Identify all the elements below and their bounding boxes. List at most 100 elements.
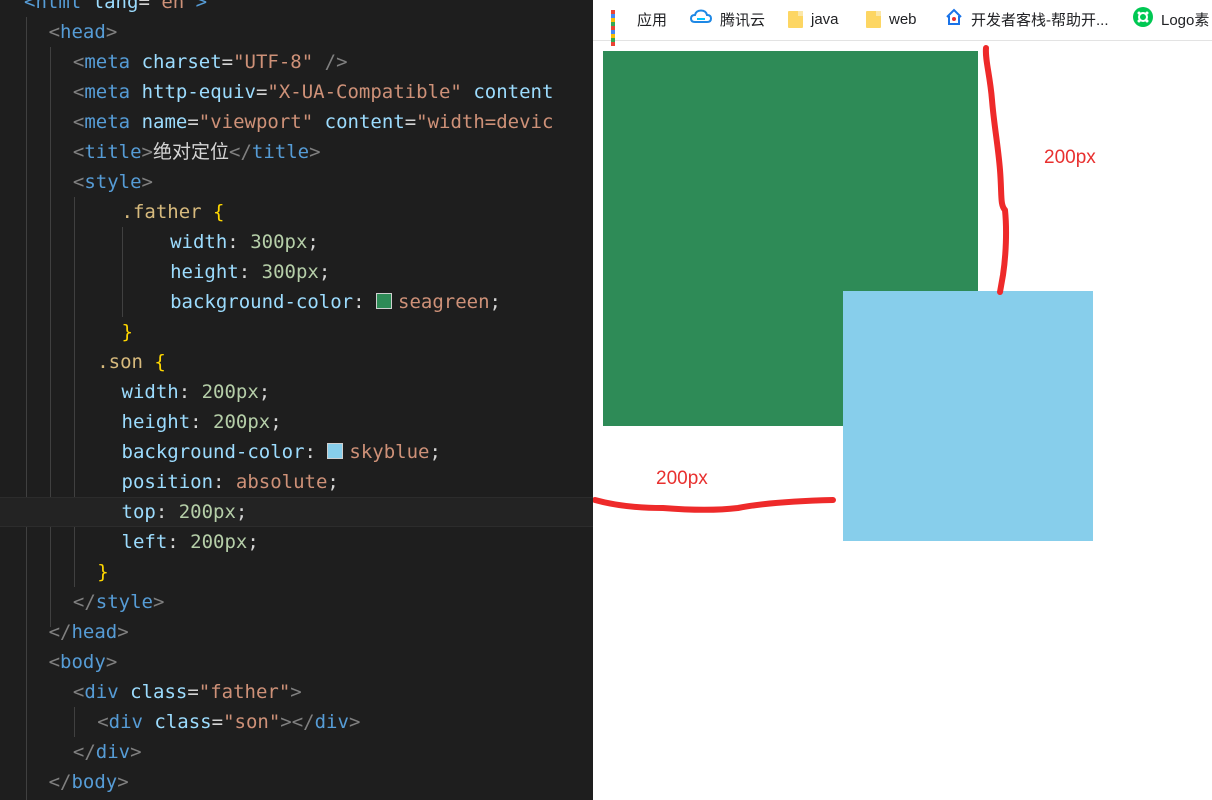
code-line[interactable]: width: 300px; — [0, 227, 593, 257]
code-token: body — [60, 651, 106, 673]
code-token: seagreen — [398, 291, 490, 313]
code-token: ; — [247, 531, 259, 553]
code-line[interactable]: <div class="son"></div> — [0, 707, 593, 737]
code-token: = — [404, 111, 417, 133]
code-token: ; — [258, 381, 271, 403]
code-token: "son" — [223, 711, 281, 733]
code-token: < — [24, 0, 36, 13]
code-line[interactable]: <style> — [0, 167, 593, 197]
code-token: = — [211, 711, 224, 733]
code-token: ; — [270, 411, 282, 433]
code-line[interactable]: <html lang="en"> — [0, 0, 593, 17]
code-token: html — [35, 0, 82, 13]
code-line[interactable]: .son { — [0, 347, 593, 377]
code-line[interactable]: background-color: seagreen; — [0, 287, 593, 317]
code-line[interactable]: width: 200px; — [0, 377, 593, 407]
code-token: 200px — [178, 501, 236, 523]
code-token: > — [309, 141, 321, 163]
code-line[interactable]: <meta http-equiv="X-UA-Compatible" conte… — [0, 77, 593, 107]
code-line[interactable]: </div> — [0, 737, 593, 767]
code-line[interactable]: height: 200px; — [0, 407, 593, 437]
code-token: content — [473, 81, 554, 103]
code-line[interactable]: position: absolute; — [0, 467, 593, 497]
code-line[interactable]: </head> — [0, 617, 593, 647]
code-line[interactable]: </body> — [0, 767, 593, 797]
code-token: width — [121, 381, 179, 403]
code-token: div — [314, 711, 349, 733]
code-token: : — [167, 531, 191, 553]
code-token: : — [304, 441, 328, 463]
vertical-distance-label: 200px — [1044, 147, 1096, 168]
code-editor[interactable]: <html lang="en"> <head> <meta charset="UTF… — [0, 0, 593, 800]
code-token: skyblue — [349, 441, 430, 463]
code-token: </ — [48, 771, 72, 793]
code-line[interactable]: <div class="father"> — [0, 677, 593, 707]
code-token: ></ — [280, 711, 315, 733]
code-token: = — [187, 111, 199, 133]
code-token: meta — [84, 51, 131, 73]
code-token: lang — [92, 0, 139, 13]
code-line[interactable]: left: 200px; — [0, 527, 593, 557]
code-token: </ — [72, 741, 96, 763]
code-token: > — [117, 621, 129, 643]
code-token: "father" — [198, 681, 291, 703]
code-token: height — [170, 261, 239, 283]
code-token: < — [97, 711, 109, 733]
code-token: > — [290, 681, 302, 703]
code-token: { — [213, 201, 225, 223]
code-token: div — [108, 711, 143, 733]
code-token: 300px — [261, 261, 319, 283]
code-token: < — [72, 51, 85, 73]
code-line[interactable]: } — [0, 317, 593, 347]
code-token: "en" — [149, 0, 196, 13]
code-token: > — [105, 21, 118, 43]
seagreen-color-swatch[interactable] — [376, 293, 393, 309]
code-token: content — [324, 111, 405, 133]
code-line[interactable]: } — [0, 557, 593, 587]
code-line[interactable]: height: 300px; — [0, 257, 593, 287]
code-token: http-equiv — [141, 81, 256, 103]
code-token: : — [178, 381, 202, 403]
code-token: : — [353, 291, 377, 313]
code-token: div — [95, 741, 131, 763]
code-token: } — [97, 561, 109, 583]
code-line[interactable]: <meta charset="UTF-8" /> — [0, 47, 593, 77]
horizontal-distance-label: 200px — [656, 468, 708, 489]
code-token: div — [84, 681, 119, 703]
skyblue-color-swatch[interactable] — [327, 443, 344, 459]
code-token: position — [121, 471, 214, 493]
code-token: .father — [121, 201, 202, 223]
code-token: class — [154, 711, 212, 733]
code-line[interactable]: </style> — [0, 587, 593, 617]
code-token: width — [170, 231, 228, 253]
code-token: = — [138, 0, 150, 13]
code-line[interactable]: <title>绝对定位</title> — [0, 137, 593, 167]
code-line[interactable]: <meta name="viewport" content="width=dev… — [0, 107, 593, 137]
code-token: < — [48, 651, 61, 673]
code-token: ; — [318, 261, 331, 283]
code-token: > — [105, 651, 118, 673]
code-token: < — [72, 141, 85, 163]
code-token: "viewport" — [198, 111, 314, 133]
code-line[interactable]: top: 200px; — [0, 497, 593, 527]
code-token: < — [72, 81, 85, 103]
code-line[interactable]: background-color: skyblue; — [0, 437, 593, 467]
code-line[interactable]: <body> — [0, 647, 593, 677]
code-token: ; — [429, 441, 441, 463]
code-token: 200px — [201, 381, 259, 403]
code-token: 200px — [190, 531, 248, 553]
code-line[interactable]: <head> — [0, 17, 593, 47]
code-token: top — [121, 501, 156, 523]
code-token: > — [152, 591, 165, 613]
code-line[interactable]: .father { — [0, 197, 593, 227]
code-token: head — [71, 621, 118, 643]
code-token: style — [84, 171, 142, 193]
